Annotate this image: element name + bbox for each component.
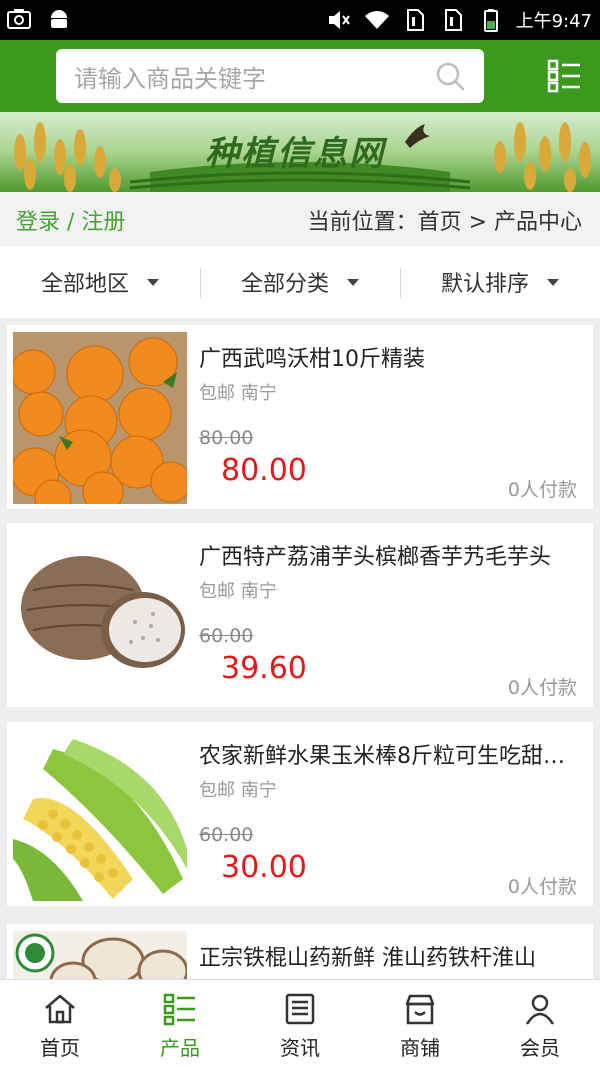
login-link[interactable]: 登录 xyxy=(16,210,60,235)
nav-news[interactable]: 资讯 xyxy=(240,980,360,1067)
status-bar: 上午9:47 xyxy=(0,0,600,40)
product-meta: 包邮 南宁 xyxy=(199,780,277,801)
product-name[interactable]: 正宗铁棍山药新鲜 淮山药铁杆淮山 xyxy=(199,940,583,972)
filter-region-label: 全部地区 xyxy=(40,272,129,297)
login-separator: / xyxy=(60,210,82,235)
nav-shop-label: 商铺 xyxy=(400,1036,440,1060)
search-icon[interactable] xyxy=(434,60,466,92)
chevron-down-icon xyxy=(147,278,159,286)
app-screen: 上午9:47 请输入商品关键字 种植信息网 登录 / 注册 当前位置：首页 > … xyxy=(0,0,600,1067)
bottom-nav: 首页 产品 资讯 商铺 会员 xyxy=(0,979,600,1067)
product-card[interactable]: 广西武鸣沃柑10斤精装 包邮 南宁 80.00 80.00 0人付款 xyxy=(7,325,593,509)
chevron-down-icon xyxy=(547,278,559,286)
product-card[interactable]: 农家新鲜水果玉米棒8斤粒可生吃甜玉米 包邮 南宁 60.00 30.00 0人付… xyxy=(7,722,593,906)
search-placeholder: 请输入商品关键字 xyxy=(74,64,266,93)
filter-category-label: 全部分类 xyxy=(240,272,329,297)
register-link[interactable]: 注册 xyxy=(81,210,125,235)
news-icon xyxy=(285,993,315,1025)
battery-icon xyxy=(483,9,498,32)
product-image-taro xyxy=(13,530,187,702)
product-meta: 包邮 南宁 xyxy=(199,581,277,602)
breadcrumb: 当前位置：首页 > 产品中心 xyxy=(307,210,582,235)
nav-home-label: 首页 xyxy=(40,1036,80,1060)
product-price: 39.60 xyxy=(221,651,307,686)
product-old-price: 80.00 xyxy=(199,427,254,449)
nav-member[interactable]: 会员 xyxy=(480,980,600,1067)
filter-sort[interactable]: 默认排序 xyxy=(400,246,600,318)
banner[interactable]: 种植信息网 xyxy=(0,112,600,192)
login-register: 登录 / 注册 xyxy=(16,204,125,236)
status-time: 上午9:47 xyxy=(515,11,592,32)
shop-icon xyxy=(405,994,435,1025)
product-meta: 包邮 南宁 xyxy=(199,383,277,404)
product-name[interactable]: 广西武鸣沃柑10斤精装 xyxy=(199,341,583,373)
product-image-corn xyxy=(13,729,187,901)
chevron-down-icon xyxy=(347,278,359,286)
nav-products-label: 产品 xyxy=(160,1036,200,1060)
camera-icon xyxy=(7,9,31,29)
home-icon xyxy=(45,994,75,1024)
mute-icon xyxy=(328,11,350,29)
wifi-icon xyxy=(364,11,389,30)
product-old-price: 60.00 xyxy=(199,625,254,647)
product-paid-count: 0人付款 xyxy=(507,677,577,699)
product-card[interactable]: 广西特产荔浦芋头槟榔香芋艿毛芋头 包邮 南宁 60.00 39.60 0人付款 xyxy=(7,523,593,707)
nav-member-label: 会员 xyxy=(520,1036,560,1060)
filter-region[interactable]: 全部地区 xyxy=(0,246,200,318)
search-input[interactable]: 请输入商品关键字 xyxy=(56,49,484,103)
nav-products[interactable]: 产品 xyxy=(120,980,240,1067)
product-price: 80.00 xyxy=(221,453,307,488)
product-name[interactable]: 农家新鲜水果玉米棒8斤粒可生吃甜玉米 xyxy=(199,738,583,770)
nav-home[interactable]: 首页 xyxy=(0,980,120,1067)
product-paid-count: 0人付款 xyxy=(507,876,577,898)
product-old-price: 60.00 xyxy=(199,824,254,846)
list-menu-icon[interactable] xyxy=(546,58,582,94)
product-name[interactable]: 广西特产荔浦芋头槟榔香芋艿毛芋头 xyxy=(199,539,583,571)
product-price: 30.00 xyxy=(221,850,307,885)
filter-sort-label: 默认排序 xyxy=(440,272,529,297)
filter-category[interactable]: 全部分类 xyxy=(200,246,400,318)
nav-news-label: 资讯 xyxy=(280,1036,320,1060)
banner-title: 种植信息网 xyxy=(205,134,385,174)
product-paid-count: 0人付款 xyxy=(507,479,577,501)
product-image-oranges xyxy=(13,332,187,504)
grid-list-icon xyxy=(163,993,195,1026)
location-bar: 登录 / 注册 当前位置：首页 > 产品中心 xyxy=(0,192,600,246)
android-icon xyxy=(51,10,67,28)
nav-shop[interactable]: 商铺 xyxy=(360,980,480,1067)
user-icon xyxy=(525,994,555,1025)
sim2-icon xyxy=(444,9,462,31)
sim1-icon xyxy=(406,9,424,31)
top-header: 请输入商品关键字 xyxy=(0,40,600,112)
filter-bar: 全部地区 全部分类 默认排序 xyxy=(0,246,600,318)
